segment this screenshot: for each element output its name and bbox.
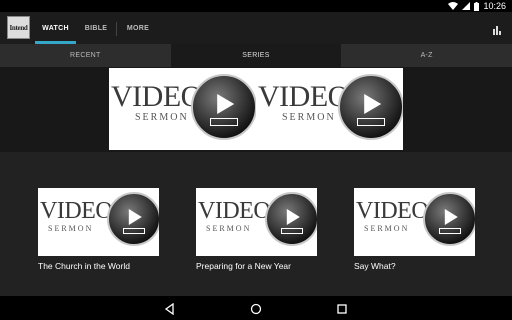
- tab-bible-label: BIBLE: [84, 24, 108, 32]
- featured-banner: VIDEO SERMON VIDEO SERMON: [0, 67, 512, 152]
- subtabs: RECENT SERIES A-Z: [0, 44, 512, 67]
- status-icons: 10:26: [448, 1, 506, 11]
- thumb-subtitle: SERMON: [48, 224, 94, 233]
- app-logo-text: Intend: [9, 23, 28, 32]
- app-bar: Intend WATCH BIBLE MORE: [0, 12, 512, 44]
- thumb-title: VIDEO: [356, 198, 429, 224]
- subtab-a-z-label: A-Z: [420, 52, 433, 59]
- recents-icon[interactable]: [336, 302, 348, 320]
- thumb-subtitle: SERMON: [135, 112, 189, 123]
- subtab-a-z[interactable]: A-Z: [341, 44, 512, 67]
- tab-watch[interactable]: WATCH: [35, 12, 76, 44]
- thumb-subtitle: SERMON: [282, 112, 336, 123]
- series-title: Preparing for a New Year: [196, 261, 291, 271]
- back-icon[interactable]: [164, 302, 176, 320]
- play-icon: [265, 192, 317, 246]
- bar-chart-icon[interactable]: [492, 22, 502, 40]
- series-grid: VIDEO SERMON The Church in the World VID…: [0, 152, 512, 296]
- home-icon[interactable]: [250, 302, 262, 320]
- wifi-icon: [448, 2, 459, 10]
- subtab-recent-label: RECENT: [70, 52, 101, 59]
- series-card[interactable]: VIDEO SERMON The Church in the World: [38, 188, 159, 272]
- thumb-title: VIDEO: [111, 80, 202, 113]
- tab-watch-label: WATCH: [42, 24, 69, 32]
- thumb-title: VIDEO: [40, 198, 113, 224]
- navigation-bar: [0, 296, 512, 320]
- status-time: 10:26: [483, 1, 506, 11]
- tab-bible[interactable]: BIBLE: [77, 12, 115, 44]
- series-title: Say What?: [354, 261, 396, 271]
- thumb-subtitle: SERMON: [206, 224, 252, 233]
- featured-series-image[interactable]: VIDEO SERMON VIDEO SERMON: [109, 68, 403, 150]
- signal-icon: [462, 2, 471, 10]
- series-card[interactable]: VIDEO SERMON Say What?: [354, 188, 475, 272]
- video-sermon-thumbnail: VIDEO SERMON: [256, 68, 403, 150]
- video-sermon-thumbnail: VIDEO SERMON: [38, 188, 159, 256]
- thumb-title: VIDEO: [258, 80, 349, 113]
- app-logo[interactable]: Intend: [7, 16, 30, 39]
- play-icon: [338, 74, 403, 140]
- tab-more[interactable]: MORE: [117, 12, 159, 44]
- status-bar: 10:26: [0, 0, 512, 12]
- video-sermon-thumbnail: VIDEO SERMON: [354, 188, 475, 256]
- subtab-recent[interactable]: RECENT: [0, 44, 171, 67]
- video-sermon-thumbnail: VIDEO SERMON: [196, 188, 317, 256]
- video-sermon-thumbnail: VIDEO SERMON: [109, 68, 256, 150]
- play-icon: [107, 192, 159, 246]
- thumb-subtitle: SERMON: [364, 224, 410, 233]
- thumb-title: VIDEO: [198, 198, 271, 224]
- play-icon: [191, 74, 256, 140]
- subtab-series[interactable]: SERIES: [170, 44, 342, 67]
- series-title: The Church in the World: [38, 261, 130, 271]
- subtab-series-label: SERIES: [242, 52, 270, 59]
- tab-more-label: MORE: [126, 24, 150, 32]
- play-icon: [423, 192, 475, 246]
- series-card[interactable]: VIDEO SERMON Preparing for a New Year: [196, 188, 317, 272]
- battery-icon: [474, 1, 480, 11]
